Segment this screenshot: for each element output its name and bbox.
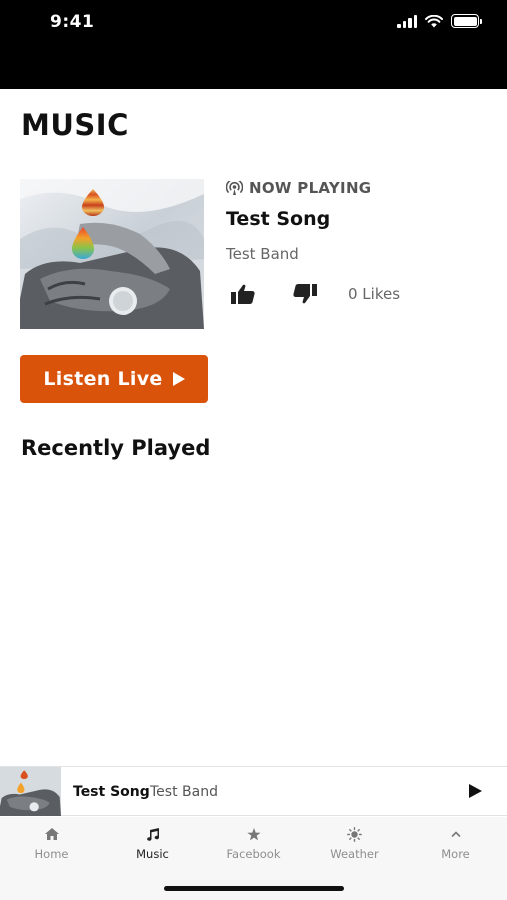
page-title: MUSIC bbox=[21, 108, 129, 142]
listen-live-label: Listen Live bbox=[43, 368, 163, 390]
music-note-icon bbox=[146, 827, 159, 841]
play-icon bbox=[172, 372, 185, 386]
album-art bbox=[20, 179, 204, 329]
tab-facebook[interactable]: Facebook bbox=[203, 825, 304, 861]
tab-facebook-label: Facebook bbox=[226, 847, 281, 861]
tab-more[interactable]: More bbox=[405, 825, 506, 861]
wifi-icon bbox=[425, 14, 443, 27]
mini-player-play-button[interactable] bbox=[469, 784, 482, 798]
thumbs-down-icon bbox=[293, 284, 317, 304]
tab-weather[interactable]: Weather bbox=[304, 825, 405, 861]
cellular-signal-icon bbox=[397, 14, 417, 28]
now-playing-header: NOW PLAYING bbox=[226, 179, 371, 197]
thumbs-down-button[interactable] bbox=[292, 283, 318, 305]
chevron-up-icon bbox=[451, 831, 460, 837]
listen-live-button[interactable]: Listen Live bbox=[20, 355, 208, 403]
thumbs-up-icon bbox=[231, 284, 255, 304]
tab-music-label: Music bbox=[136, 847, 169, 861]
thumbs-up-button[interactable] bbox=[230, 283, 256, 305]
home-indicator bbox=[164, 886, 344, 891]
mini-player-band: Test Band bbox=[150, 784, 218, 800]
rating-row: 0 Likes bbox=[230, 283, 400, 305]
tab-music[interactable]: Music bbox=[102, 825, 203, 861]
sun-icon bbox=[347, 826, 362, 842]
status-icons bbox=[397, 14, 482, 28]
mini-player[interactable]: Test Song Test Band bbox=[0, 766, 507, 816]
mini-player-song: Test Song bbox=[73, 784, 150, 800]
mini-player-album-art bbox=[0, 767, 61, 816]
broadcast-icon bbox=[226, 181, 243, 195]
recently-played-title: Recently Played bbox=[21, 436, 211, 460]
likes-count: 0 Likes bbox=[348, 285, 401, 303]
tab-weather-label: Weather bbox=[330, 847, 379, 861]
tab-more-label: More bbox=[441, 847, 470, 861]
tab-home[interactable]: Home bbox=[1, 825, 102, 861]
status-bar: 9:41 bbox=[0, 0, 507, 89]
tab-home-label: Home bbox=[34, 847, 69, 861]
band-name: Test Band bbox=[226, 245, 299, 263]
star-icon bbox=[246, 827, 261, 840]
status-time: 9:41 bbox=[50, 12, 95, 32]
song-title: Test Song bbox=[226, 208, 331, 230]
home-icon bbox=[44, 828, 59, 840]
now-playing-label: NOW PLAYING bbox=[249, 179, 372, 197]
battery-icon bbox=[451, 14, 482, 28]
